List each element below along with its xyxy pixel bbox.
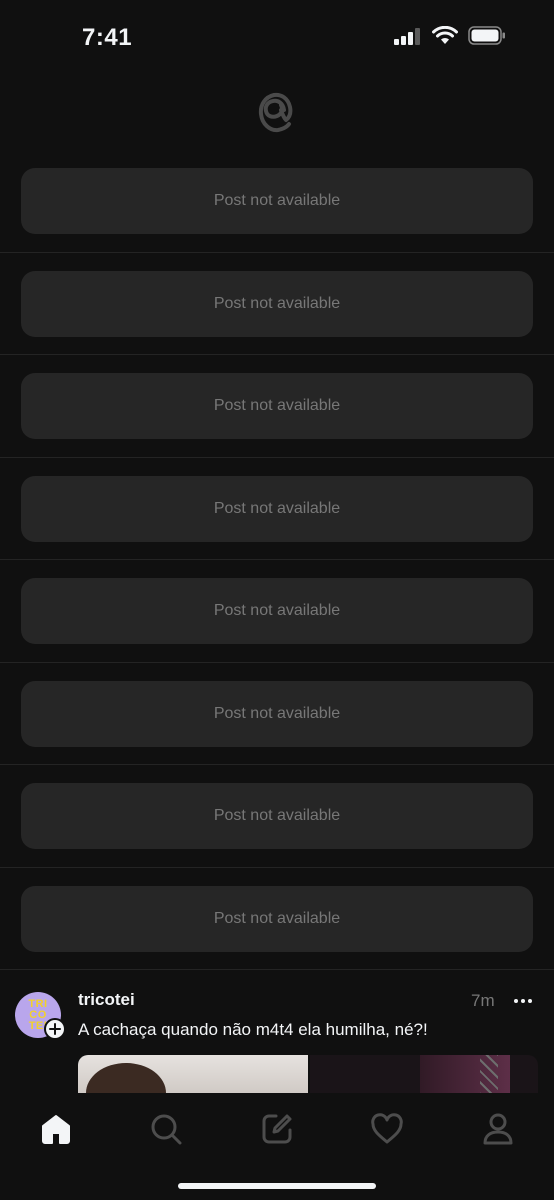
search-icon [149,1112,183,1151]
more-options-icon[interactable] [514,999,532,1003]
post-not-available-card[interactable]: Post not available [21,373,533,439]
status-icons [394,25,506,50]
post-not-available-card[interactable]: Post not available [21,885,533,952]
heart-icon [370,1112,404,1150]
avatar-text-line: TRI [28,997,48,1010]
post-timestamp: 7m [471,991,495,1010]
post-not-available-card[interactable]: Post not available [21,270,533,337]
status-bar: 7:41 [0,0,554,76]
post-not-available-card[interactable]: Post not available [21,578,533,644]
feed-row: Post not available [0,868,554,970]
compose-icon [260,1112,294,1151]
feed-row: Post not available [0,560,554,663]
feed-row: Post not available [0,458,554,560]
feed: Post not available Post not available Po… [0,150,554,970]
post-image[interactable] [78,1055,308,1095]
home-indicator [178,1183,376,1189]
post-not-available-card[interactable]: Post not available [21,475,533,542]
feed-row: Post not available [0,765,554,868]
wifi-icon [432,25,458,50]
tab-compose[interactable] [255,1109,299,1153]
tab-search[interactable] [144,1109,188,1153]
post-media[interactable] [78,1055,538,1095]
post-image[interactable] [310,1055,538,1095]
home-icon [39,1113,73,1150]
feed-row: Post not available [0,253,554,355]
post-not-available-card[interactable]: Post not available [21,168,533,234]
tab-profile[interactable] [476,1109,520,1153]
cellular-signal-icon [394,27,422,50]
post-not-available-card[interactable]: Post not available [21,783,533,849]
threads-logo-icon[interactable] [254,89,298,137]
feed-row: Post not available [0,663,554,765]
tab-activity[interactable] [365,1109,409,1153]
status-time: 7:41 [82,24,133,51]
feed-row: Post not available [0,150,554,253]
avatar-text-line: CO [29,1008,47,1021]
post-text: A cachaça quando não m4t4 ela humilha, n… [78,1020,428,1039]
post-username[interactable]: tricotei [78,990,135,1010]
thread-post[interactable]: TRI CO TEI tricotei 7m A cachaça quando … [0,972,554,1095]
tab-home[interactable] [34,1109,78,1153]
feed-row: Post not available [0,355,554,458]
follow-plus-icon[interactable] [44,1018,66,1040]
battery-icon [468,26,506,50]
post-not-available-card[interactable]: Post not available [21,680,533,747]
profile-icon [482,1112,514,1151]
